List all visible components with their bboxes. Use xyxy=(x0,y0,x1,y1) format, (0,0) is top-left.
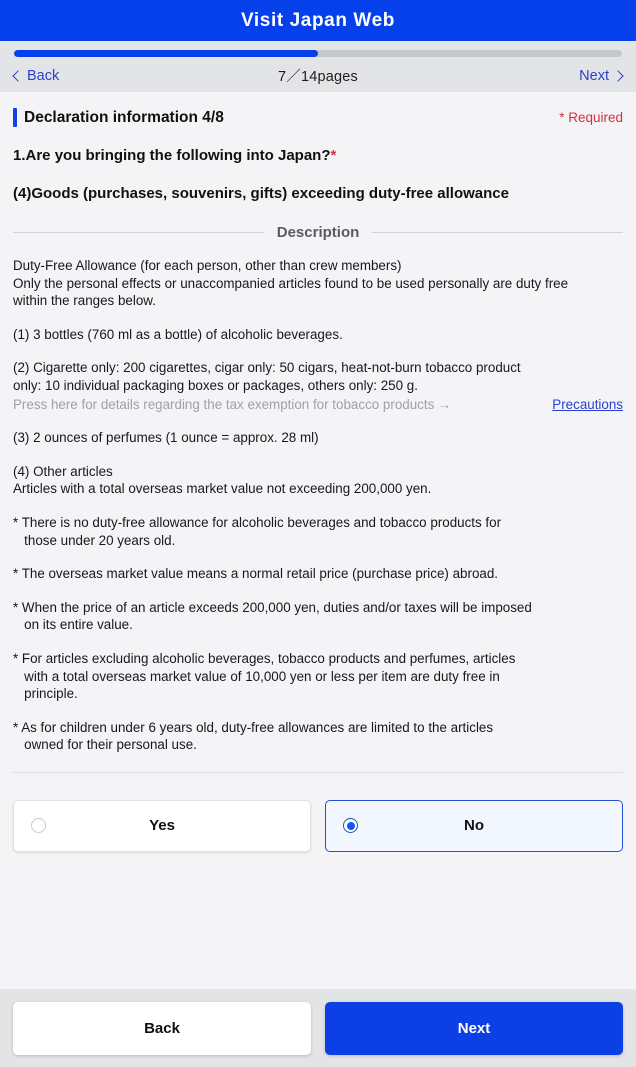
description-note-row: Press here for details regarding the tax… xyxy=(13,396,623,414)
description-block: * The overseas market value means a norm… xyxy=(13,565,623,583)
description-block: Duty-Free Allowance (for each person, ot… xyxy=(13,257,623,310)
description-block: (4) Other articles Articles with a total … xyxy=(13,463,623,498)
answer-choices-section: Yes No xyxy=(13,771,623,852)
app-title: Visit Japan Web xyxy=(240,9,395,31)
pager-row: Back 7／14pages Next xyxy=(12,59,624,92)
description-line: only: 10 individual packaging boxes or p… xyxy=(13,377,418,393)
description-note-text: Press here for details regarding the tax… xyxy=(13,396,452,412)
description-block: (2) Cigarette only: 200 cigarettes, ciga… xyxy=(13,359,623,413)
description-line: principle. xyxy=(13,686,78,702)
description-line: (3) 2 ounces of perfumes (1 ounce = appr… xyxy=(13,430,319,446)
description-block: * There is no duty-free allowance for al… xyxy=(13,514,623,549)
question-label: 1.Are you bringing the following into Ja… xyxy=(13,147,331,164)
description-line: Articles with a total overseas market va… xyxy=(13,481,432,497)
description-heading: Description xyxy=(13,224,623,241)
description-line: Duty-Free Allowance (for each person, ot… xyxy=(13,258,402,273)
answer-option-yes[interactable]: Yes xyxy=(13,799,311,852)
required-note: * Required xyxy=(559,110,623,125)
pager-next-link[interactable]: Next xyxy=(552,67,624,84)
precautions-link[interactable]: Precautions xyxy=(552,396,623,414)
description-line: (1) 3 bottles (760 ml as a bottle) of al… xyxy=(13,326,343,342)
description-block: * When the price of an article exceeds 2… xyxy=(13,599,623,634)
pager-next-label: Next xyxy=(579,67,609,84)
progress-bar-fill xyxy=(14,50,318,57)
pager-back-link[interactable]: Back xyxy=(12,67,84,84)
accent-bar-icon xyxy=(13,108,17,127)
section-title: Declaration information 4/8 xyxy=(13,108,224,127)
next-button[interactable]: Next xyxy=(325,1001,623,1055)
description-line: owned for their personal use. xyxy=(13,737,197,753)
description-block: * As for children under 6 years old, dut… xyxy=(13,719,623,754)
description-line: those under 20 years old. xyxy=(13,532,176,548)
progress-bar-track xyxy=(14,50,622,57)
radio-no-icon[interactable] xyxy=(343,818,358,834)
answer-option-no[interactable]: No xyxy=(325,799,623,852)
main-content: Declaration information 4/8 * Required 1… xyxy=(0,92,636,989)
description-line: * The overseas market value means a norm… xyxy=(13,566,499,582)
footer-actions: Back Next xyxy=(0,989,636,1067)
required-asterisk: * xyxy=(330,147,337,164)
chevron-right-icon xyxy=(612,69,624,82)
description-line: (4) Other articles xyxy=(13,463,113,479)
answer-option-no-label: No xyxy=(464,817,484,835)
description-block: (3) 2 ounces of perfumes (1 ounce = appr… xyxy=(13,429,623,447)
chevron-left-icon xyxy=(12,69,24,82)
back-button[interactable]: Back xyxy=(13,1001,311,1055)
app-header: Visit Japan Web xyxy=(0,0,636,41)
pager-back-label: Back xyxy=(27,67,60,84)
description-line: * There is no duty-free allowance for al… xyxy=(13,514,502,530)
description-heading-text: Description xyxy=(276,224,360,241)
description-line: with a total overseas market value of 10… xyxy=(13,668,500,684)
page-counter: 7／14pages xyxy=(278,69,358,85)
description-line: (2) Cigarette only: 200 cigarettes, ciga… xyxy=(13,360,521,376)
answer-option-yes-label: Yes xyxy=(149,817,175,835)
answer-choices: Yes No xyxy=(13,799,623,852)
description-line: * As for children under 6 years old, dut… xyxy=(13,719,494,735)
app-screen: Visit Japan Web Back 7／14pages Next Decl… xyxy=(0,0,636,1067)
radio-yes-icon[interactable] xyxy=(31,818,46,834)
section-title-text: Declaration information 4/8 xyxy=(24,108,224,126)
description-block: (1) 3 bottles (760 ml as a bottle) of al… xyxy=(13,326,623,344)
section-header: Declaration information 4/8 * Required xyxy=(13,108,623,127)
description-body: Duty-Free Allowance (for each person, ot… xyxy=(13,257,623,754)
description-line: on its entire value. xyxy=(13,617,133,633)
description-block: * For articles excluding alcoholic bever… xyxy=(13,650,623,703)
description-line: within the ranges below. xyxy=(13,293,156,309)
subquestion-text: (4)Goods (purchases, souvenirs, gifts) e… xyxy=(13,185,509,202)
description-line: * When the price of an article exceeds 2… xyxy=(13,599,532,615)
description-line: Only the personal effects or unaccompani… xyxy=(13,275,569,291)
question-text: 1.Are you bringing the following into Ja… xyxy=(13,147,623,164)
description-line: * For articles excluding alcoholic bever… xyxy=(13,650,516,666)
pager-section: Back 7／14pages Next xyxy=(0,41,636,92)
